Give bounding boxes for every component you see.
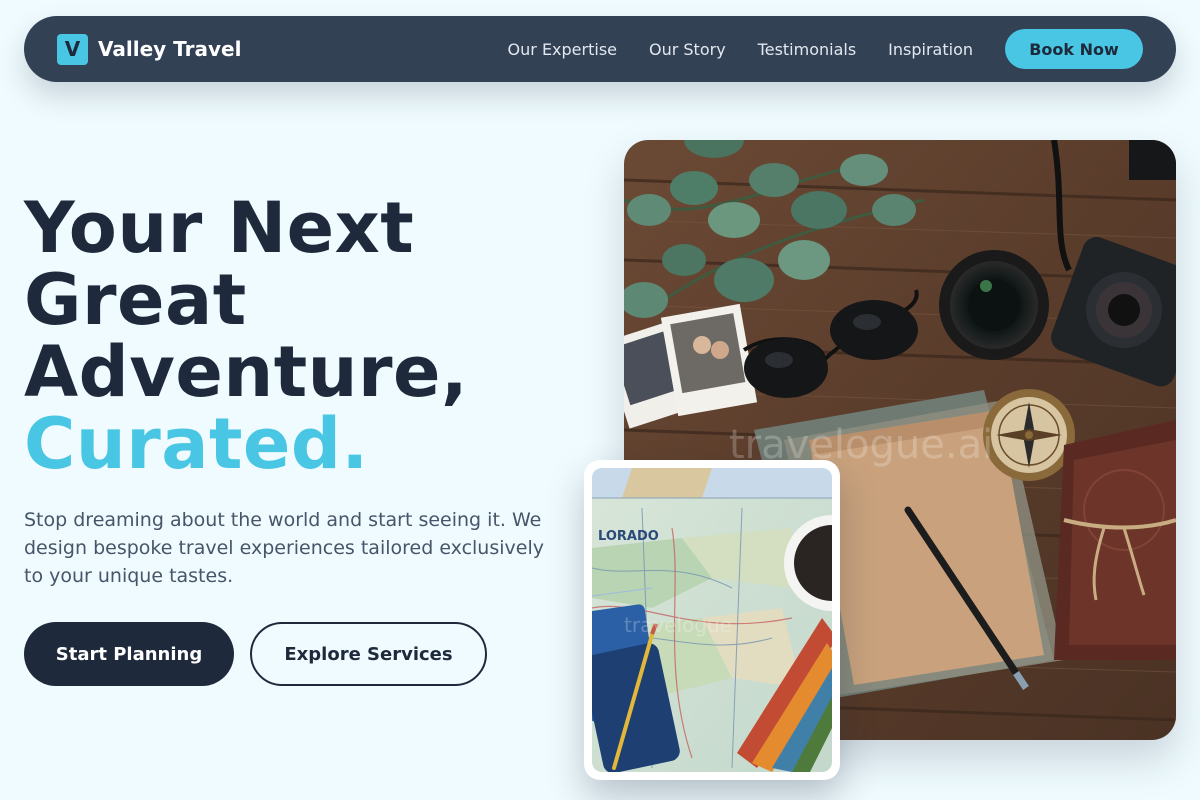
secondary-photo-map: LORADO travelogue [584,460,840,780]
start-planning-button[interactable]: Start Planning [24,622,234,686]
headline-line-3: Adventure, [24,331,469,413]
map-state-label: LORADO [598,529,659,544]
nav-links: Our Expertise Our Story Testimonials Ins… [508,29,1143,69]
secondary-photo-inner: LORADO travelogue [592,468,832,772]
leather-journal [1054,420,1176,660]
hero-subtext: Stop dreaming about the world and start … [24,509,544,587]
small-photo-watermark: travelogue [624,613,732,637]
nav-link-our-story[interactable]: Our Story [649,40,726,59]
landing-page: V Valley Travel Our Expertise Our Story … [0,0,1200,800]
hero-headline: Your Next Great Adventure, Curated. [24,192,468,480]
headline-line-1: Your Next [24,187,415,269]
nav-link-inspiration[interactable]: Inspiration [888,40,973,59]
camera-lens [939,250,1049,360]
top-nav: V Valley Travel Our Expertise Our Story … [24,16,1176,82]
compass-icon [983,389,1075,481]
book-now-button[interactable]: Book Now [1005,29,1143,69]
brand-name[interactable]: Valley Travel [98,37,241,61]
explore-services-button[interactable]: Explore Services [250,622,487,686]
nav-link-our-expertise[interactable]: Our Expertise [508,40,617,59]
headline-line-2: Great [24,259,247,341]
nav-link-testimonials[interactable]: Testimonials [758,40,857,59]
headline-accent: Curated. [24,403,369,485]
logo-icon[interactable]: V [57,33,88,65]
